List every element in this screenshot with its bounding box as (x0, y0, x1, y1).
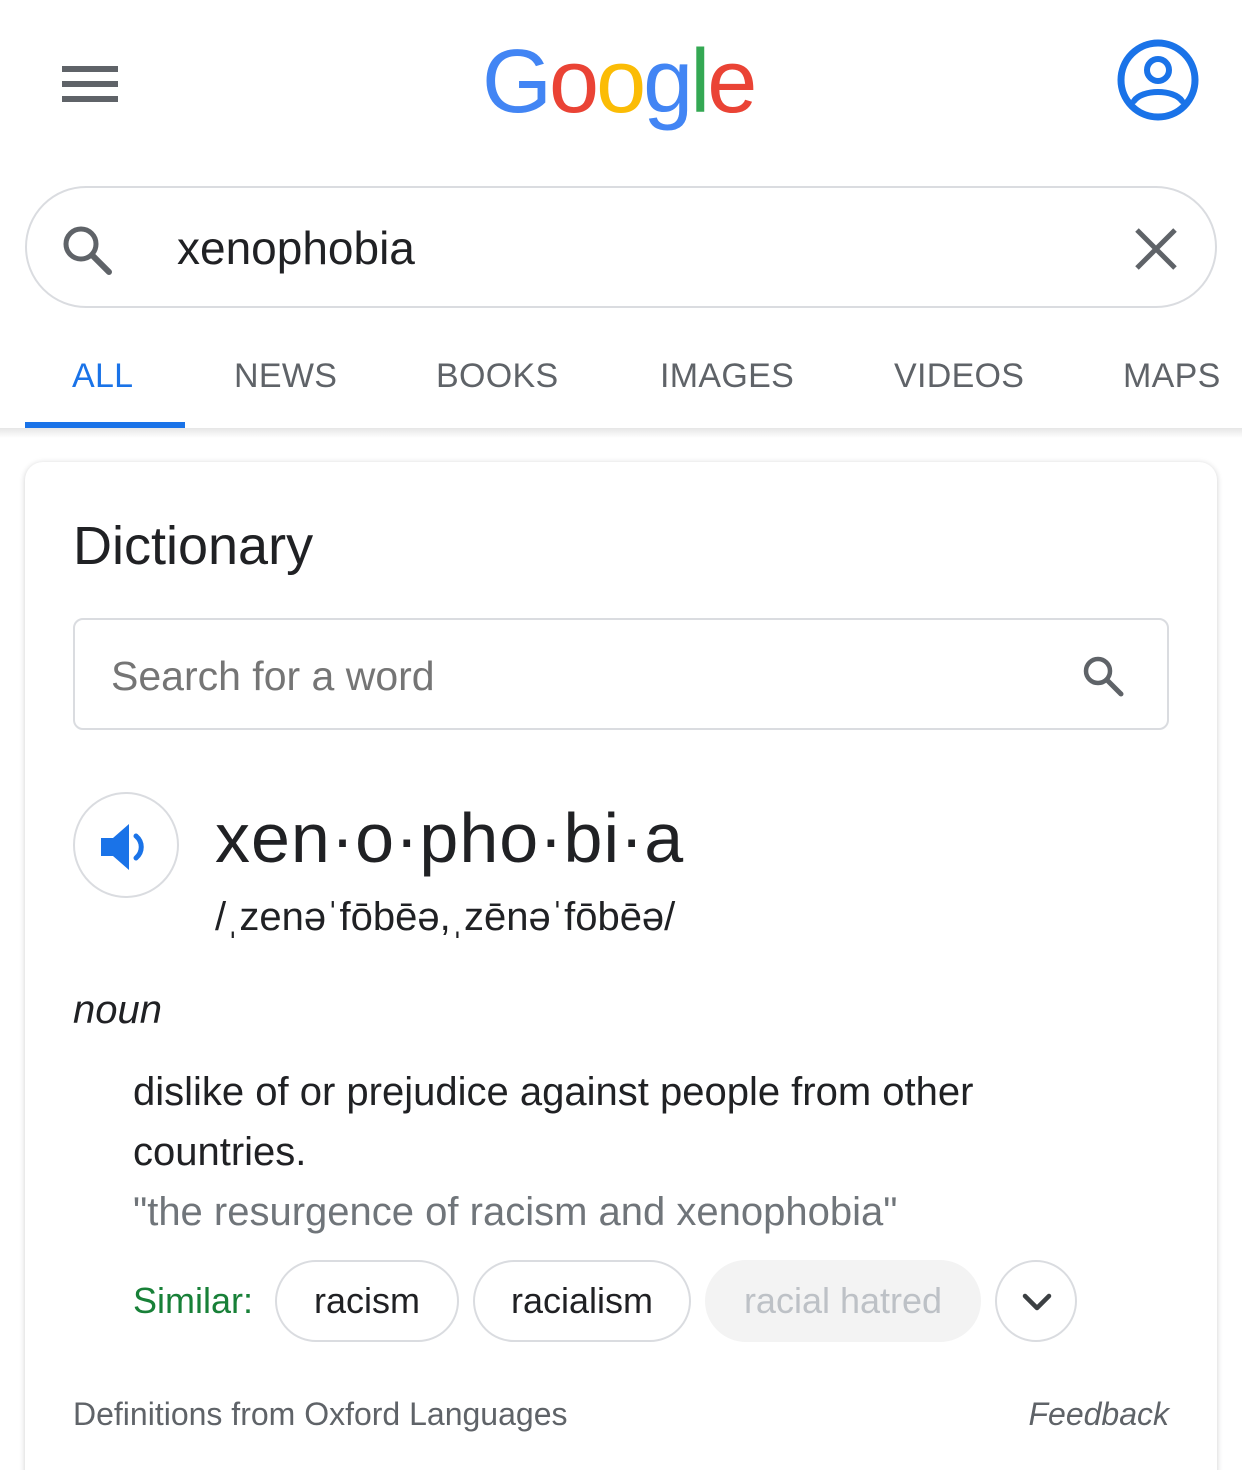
dictionary-search-input[interactable] (111, 648, 1011, 704)
headword: xen·o·pho·bi·a (215, 799, 685, 877)
tab-images[interactable]: IMAGES (660, 352, 794, 400)
search-input[interactable] (177, 218, 1077, 278)
header: Google (0, 0, 1242, 170)
similar-chip-racialism[interactable]: racialism (473, 1260, 691, 1342)
similar-chip-racial-hatred[interactable]: racial hatred (705, 1260, 981, 1342)
similar-chip-racism[interactable]: racism (275, 1260, 459, 1342)
search-bar (25, 186, 1217, 308)
speaker-icon (101, 824, 144, 870)
google-search-page: Google ALL (0, 0, 1242, 1470)
logo-letter: o (549, 40, 596, 132)
account-icon[interactable] (1116, 38, 1200, 122)
tabs-divider (0, 428, 1242, 438)
definitions-source: Definitions from Oxford Languages (73, 1396, 568, 1432)
definition-text: dislike of or prejudice against people f… (133, 1070, 974, 1174)
google-logo[interactable]: Google (482, 32, 762, 140)
feedback-link[interactable]: Feedback (1028, 1392, 1169, 1436)
svg-text:Google: Google (482, 40, 754, 132)
search-icon[interactable] (1081, 654, 1125, 698)
search-tabs: ALL NEWS BOOKS IMAGES VIDEOS MAPS (0, 330, 1242, 428)
dictionary-card: Dictionary xen·o·pho·bi·a /ˌzenəˈfōbēə,ˌ… (25, 462, 1217, 1470)
clear-icon[interactable] (1131, 224, 1181, 274)
tab-books[interactable]: BOOKS (436, 352, 558, 400)
tab-all[interactable]: ALL (72, 352, 133, 400)
card-title: Dictionary (73, 516, 314, 576)
tab-videos[interactable]: VIDEOS (894, 352, 1024, 400)
logo-letter: g (643, 40, 690, 132)
dictionary-search-box (73, 618, 1169, 730)
chevron-down-icon (1022, 1293, 1052, 1311)
phonetic-spelling: /ˌzenəˈfōbēə,ˌzēnəˈfōbēə/ (215, 895, 676, 939)
example-sentence: "the resurgence of racism and xenophobia… (133, 1190, 898, 1234)
tab-maps[interactable]: MAPS (1123, 352, 1221, 400)
tab-news[interactable]: NEWS (234, 352, 337, 400)
similar-label: Similar: (133, 1280, 254, 1321)
logo-letter: G (482, 40, 549, 132)
pronunciation-audio-button[interactable] (73, 792, 179, 898)
search-icon[interactable] (59, 222, 115, 278)
logo-letter: e (707, 40, 754, 132)
logo-letter: l (690, 40, 707, 132)
hamburger-menu-icon[interactable] (62, 66, 118, 106)
expand-similar-button[interactable] (995, 1260, 1077, 1342)
part-of-speech: noun (73, 988, 162, 1032)
logo-letter: o (596, 40, 643, 132)
